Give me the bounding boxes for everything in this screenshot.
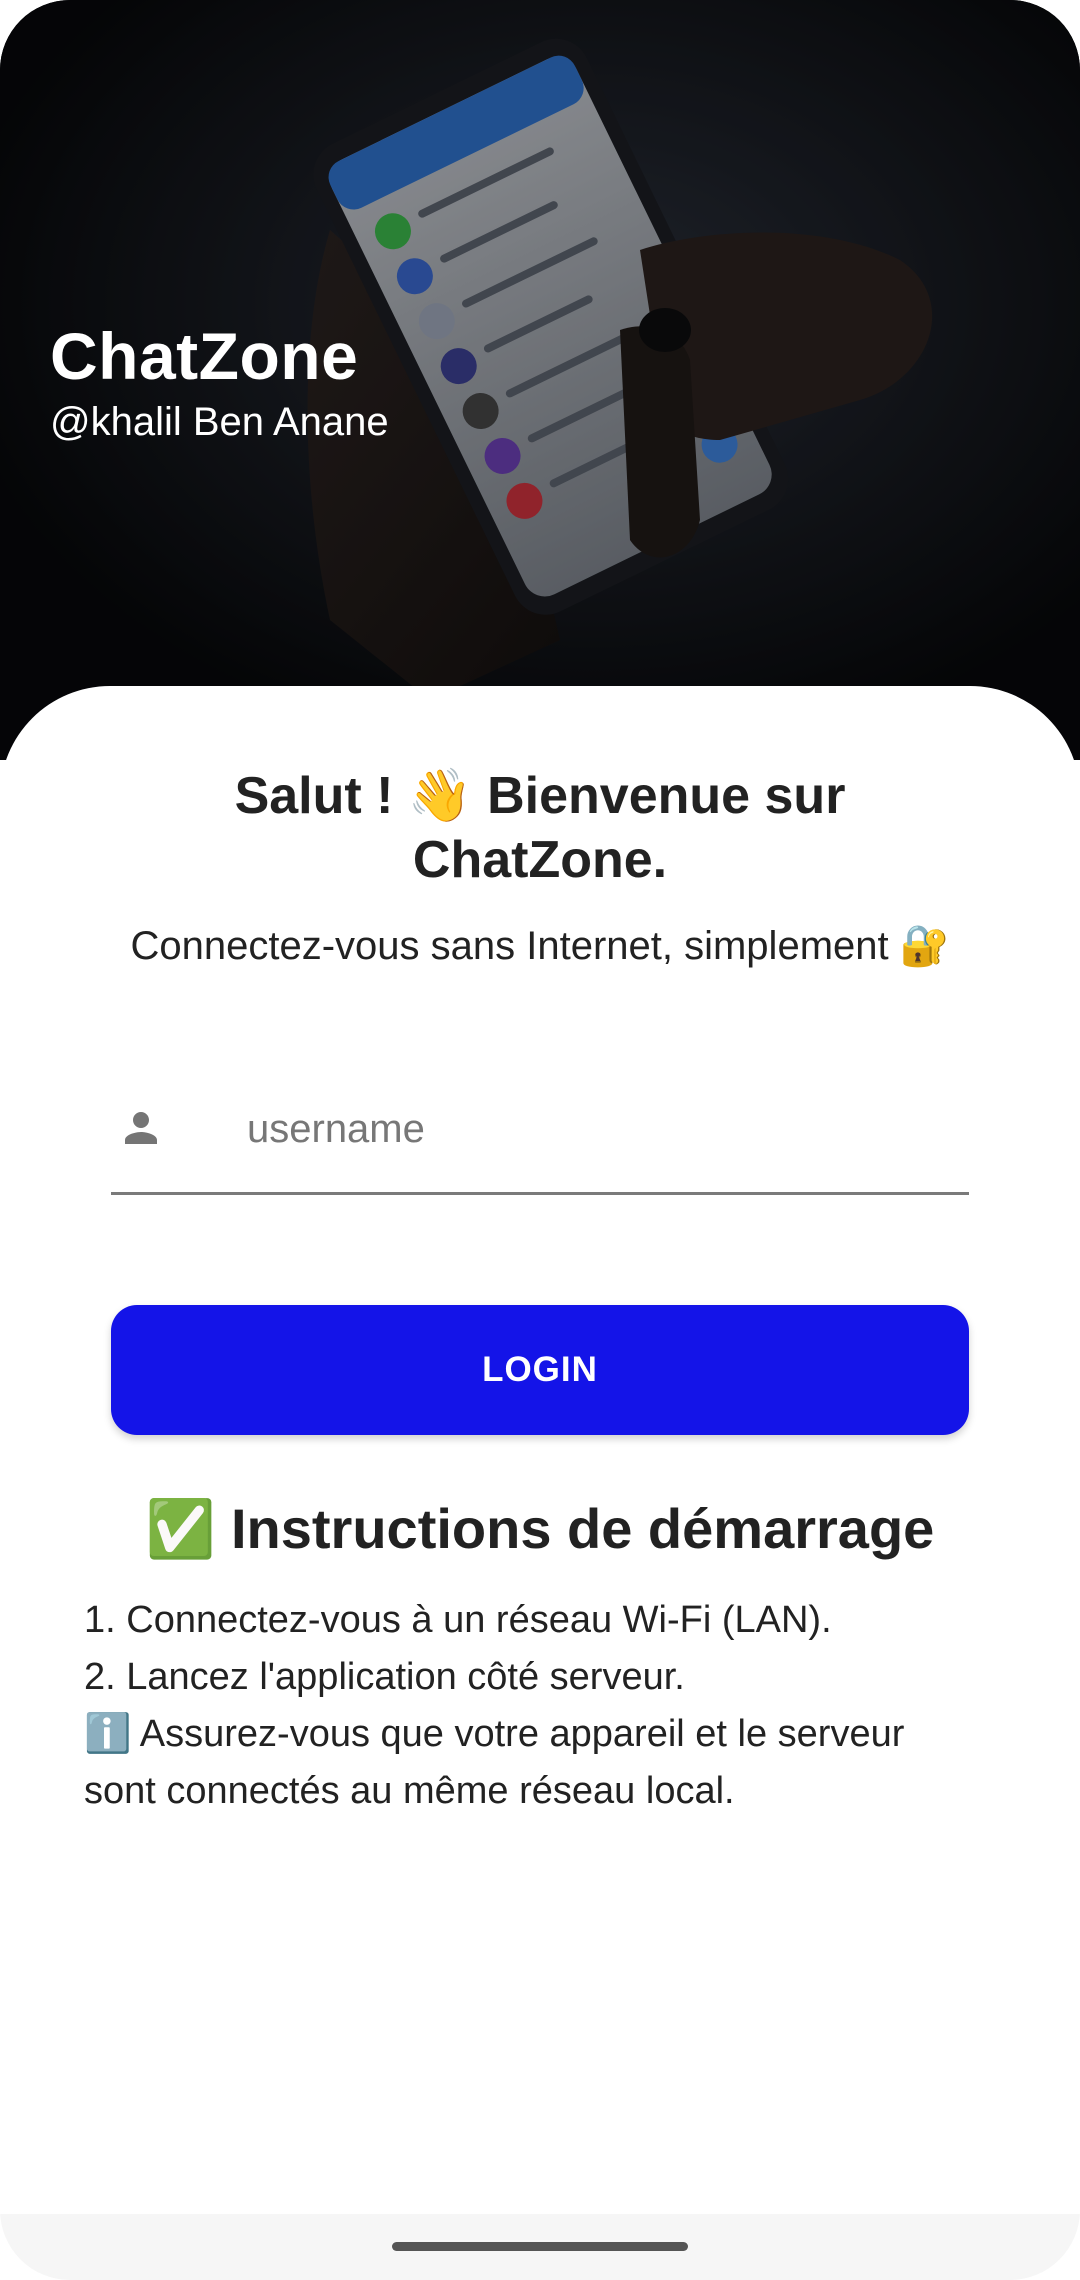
instructions-list: 1. Connectez-vous à un réseau Wi-Fi (LAN… (84, 1592, 984, 1820)
login-card: Salut ! 👋 Bienvenue sur ChatZone. Connec… (0, 686, 1080, 2280)
instructions-heading: ✅ Instructions de démarrage (145, 1497, 935, 1560)
login-screen: ChatZone @khalil Ben Anane Salut ! 👋 Bie… (0, 0, 1080, 2280)
instruction-item: 1. Connectez-vous à un réseau Wi-Fi (LAN… (84, 1599, 832, 1641)
person-icon (125, 1112, 157, 1144)
hero-banner: ChatZone @khalil Ben Anane (0, 0, 1080, 760)
home-indicator[interactable] (392, 2242, 688, 2251)
app-author: @khalil Ben Anane (50, 400, 389, 444)
welcome-heading: Salut ! 👋 Bienvenue sur ChatZone. (234, 767, 846, 889)
welcome-tagline: Connectez-vous sans Internet, simplement… (130, 924, 950, 968)
app-title: ChatZone (50, 319, 359, 393)
login-button[interactable]: LOGIN (111, 1305, 969, 1435)
username-input[interactable] (247, 1094, 947, 1164)
system-nav-bar (0, 2214, 1080, 2280)
instruction-item: 2. Lancez l'application côté serveur. (84, 1656, 685, 1698)
username-field[interactable] (111, 1076, 969, 1195)
instruction-item: ℹ️ Assurez-vous que votre appareil et le… (84, 1713, 905, 1812)
